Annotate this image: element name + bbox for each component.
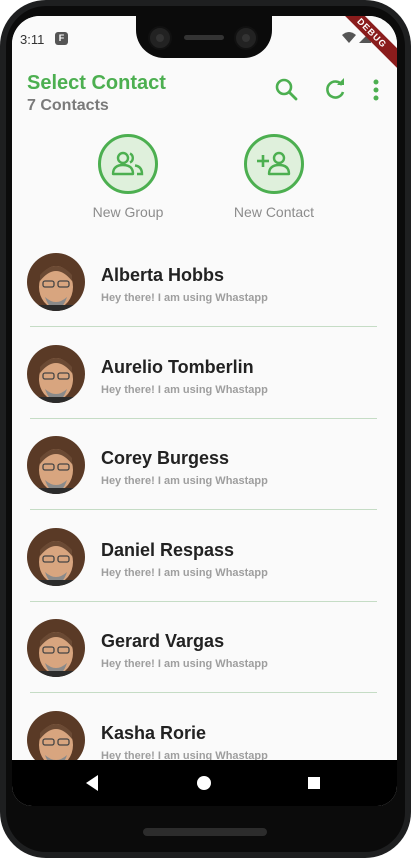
search-button[interactable] xyxy=(273,76,301,104)
new-contact-label: New Contact xyxy=(233,204,315,220)
new-contact-button[interactable]: New Contact xyxy=(224,134,324,220)
page-title: Select Contact xyxy=(27,72,166,94)
refresh-icon xyxy=(326,78,345,99)
contact-item[interactable]: Aurelio Tomberlin Hey there! I am using … xyxy=(12,344,397,436)
new-group-button[interactable]: New Group xyxy=(78,134,178,220)
home-icon xyxy=(197,776,211,790)
group-icon xyxy=(111,151,144,176)
contact-name: Gerard Vargas xyxy=(101,631,225,651)
avatar xyxy=(27,619,85,677)
contact-name: Kasha Rorie xyxy=(101,722,207,743)
contact-item[interactable]: Daniel Respass Hey there! I am using Wha… xyxy=(12,527,397,619)
phone-frame: 3:11 F DEBUG Select Contact 7 Contacts N… xyxy=(0,0,411,858)
person-photo-icon xyxy=(27,619,85,677)
new-group-label: New Group xyxy=(92,204,164,220)
new-contact-circle xyxy=(244,134,304,194)
avatar xyxy=(27,436,85,494)
recents-button[interactable] xyxy=(303,772,325,794)
divider xyxy=(30,417,377,419)
contact-status: Hey there! I am using Whastapp xyxy=(101,566,268,579)
navigation-bar xyxy=(12,760,397,806)
front-camera-icon xyxy=(148,26,172,50)
screen: 3:11 F DEBUG Select Contact 7 Contacts N… xyxy=(12,16,397,806)
person-photo-icon xyxy=(27,527,85,586)
more-vert-icon xyxy=(373,79,379,101)
avatar xyxy=(27,344,85,403)
divider xyxy=(30,326,377,327)
contact-name: Corey Burgess xyxy=(101,448,230,468)
back-icon xyxy=(86,775,98,791)
person-photo-icon xyxy=(27,344,85,403)
contact-status: Hey there! I am using Whastapp xyxy=(101,292,268,304)
bottom-speaker-grille xyxy=(143,828,267,836)
search-icon xyxy=(275,78,298,101)
new-group-circle xyxy=(98,134,158,194)
divider xyxy=(30,600,377,602)
contact-status: Hey there! I am using Whastapp xyxy=(101,383,268,396)
contact-name: Alberta Hobbs xyxy=(101,265,225,285)
contact-item[interactable]: Corey Burgess Hey there! I am using Whas… xyxy=(12,435,397,527)
contact-list: Alberta Hobbs Hey there! I am using Whas… xyxy=(12,252,397,801)
contacts-count: 7 Contacts xyxy=(27,97,109,114)
contact-item[interactable]: Gerard Vargas Hey there! I am using Whas… xyxy=(12,618,397,710)
divider xyxy=(30,692,377,693)
avatar xyxy=(27,527,85,586)
contact-status: Hey there! I am using Whastapp xyxy=(101,658,268,670)
person-photo-icon xyxy=(27,253,85,311)
divider xyxy=(30,509,377,510)
app-bar: Select Contact 7 Contacts xyxy=(12,64,397,134)
contact-status: Hey there! I am using Whastapp xyxy=(101,475,268,487)
contact-item[interactable]: Alberta Hobbs Hey there! I am using Whas… xyxy=(12,252,397,344)
add-person-icon xyxy=(257,151,291,176)
recents-icon xyxy=(308,777,320,789)
home-button[interactable] xyxy=(193,772,215,794)
camera-notch xyxy=(136,16,272,58)
flutter-notification-icon: F xyxy=(55,32,68,45)
avatar xyxy=(27,253,85,311)
contact-name: Aurelio Tomberlin xyxy=(101,356,254,377)
status-time: 3:11 xyxy=(20,32,45,47)
front-sensor-icon xyxy=(234,26,258,50)
earpiece-speaker xyxy=(184,35,224,40)
refresh-button[interactable] xyxy=(321,76,349,104)
contact-name: Daniel Respass xyxy=(101,539,235,560)
more-options-button[interactable] xyxy=(368,76,384,104)
back-button[interactable] xyxy=(82,772,104,794)
person-photo-icon xyxy=(27,436,85,494)
